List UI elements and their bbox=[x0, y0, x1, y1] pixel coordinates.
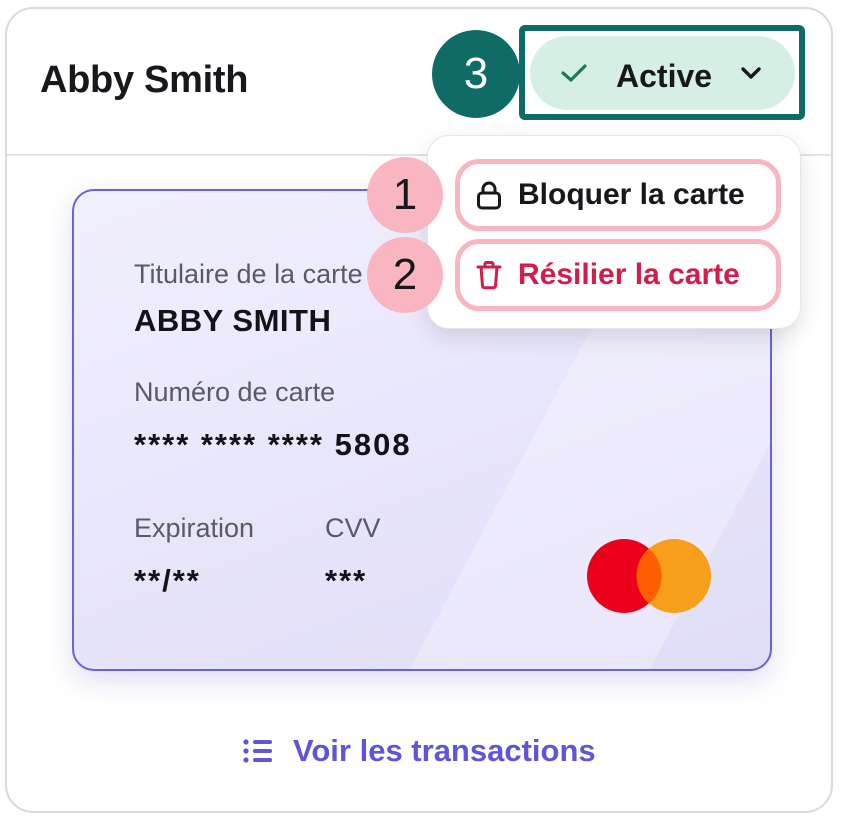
menu-item-block-label: Bloquer la carte bbox=[518, 178, 745, 211]
cardholder-name-title: Abby Smith bbox=[40, 59, 249, 101]
list-icon bbox=[243, 739, 272, 763]
check-icon bbox=[561, 64, 587, 82]
card-cvv-value: *** bbox=[325, 563, 368, 598]
card-holder-label: Titulaire de la carte bbox=[134, 259, 363, 289]
view-transactions-label: Voir les transactions bbox=[293, 733, 596, 768]
card-expiration-label: Expiration bbox=[134, 513, 255, 543]
trash-icon bbox=[476, 261, 502, 290]
card-number-label: Numéro de carte bbox=[134, 377, 336, 407]
chevron-down-icon bbox=[741, 67, 761, 79]
menu-item-cancel-label: Résilier la carte bbox=[518, 258, 740, 291]
mastercard-logo-icon bbox=[587, 539, 711, 613]
card-expiration-value: **/** bbox=[134, 563, 201, 598]
lock-icon bbox=[477, 181, 501, 210]
status-dropdown-button[interactable]: Active bbox=[530, 36, 795, 110]
callout-2: 2 bbox=[367, 237, 443, 313]
menu-item-cancel-card[interactable]: Résilier la carte bbox=[455, 239, 781, 311]
callout-3: 3 bbox=[432, 30, 520, 118]
status-dropdown-menu: Bloquer la carte Résilier la carte bbox=[427, 135, 801, 329]
card-number-value: **** **** **** 5808 bbox=[134, 427, 412, 462]
callout-1: 1 bbox=[367, 157, 443, 233]
card-cvv-label: CVV bbox=[325, 513, 381, 543]
view-transactions-link[interactable]: Voir les transactions bbox=[243, 729, 596, 773]
card-holder-value: ABBY SMITH bbox=[134, 303, 332, 338]
status-label: Active bbox=[616, 58, 713, 94]
card-detail-panel: Abby Smith Titulaire de la carte ABBY SM… bbox=[5, 7, 833, 813]
menu-item-block-card[interactable]: Bloquer la carte bbox=[455, 159, 781, 231]
